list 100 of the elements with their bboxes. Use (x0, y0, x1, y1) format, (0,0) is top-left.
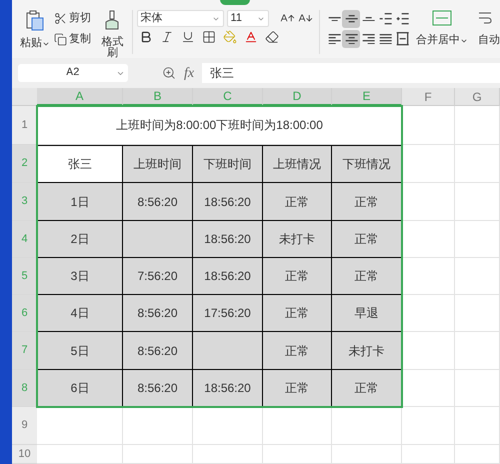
row-header[interactable]: 7 (12, 332, 37, 370)
empty-cell (332, 445, 402, 464)
empty-cell (263, 407, 332, 445)
align-button[interactable] (342, 10, 360, 28)
fill-color-icon[interactable] (222, 30, 237, 44)
empty-cell (455, 332, 500, 370)
table-cell: 正常 (332, 221, 402, 258)
table-cell: 上班情况 (263, 145, 332, 183)
table-cell: 正常 (263, 332, 332, 370)
row-header[interactable]: 8 (12, 370, 37, 407)
wrap-text-icon (478, 10, 492, 26)
table-cell: 上班时间 (123, 145, 193, 183)
name-box[interactable]: A2 (18, 64, 128, 82)
merge-center-button[interactable]: 合并居中 (416, 10, 468, 46)
empty-cell (455, 145, 500, 183)
table-cell: 早退 (332, 295, 402, 332)
cut-button[interactable]: 剪切 (54, 12, 91, 25)
empty-cell (402, 407, 455, 445)
table-cell: 1日 (37, 183, 123, 221)
table-cell: 正常 (263, 295, 332, 332)
table-cell: 正常 (332, 370, 402, 407)
align-icon (396, 13, 410, 25)
empty-cell (455, 295, 500, 332)
paste-button[interactable]: 粘贴 (20, 10, 50, 49)
empty-cell (402, 106, 455, 145)
empty-cell (455, 183, 500, 221)
empty-cell (455, 407, 500, 445)
empty-cell (123, 407, 193, 445)
align-icon (344, 34, 358, 44)
align-icon (328, 34, 342, 44)
table-cell: 4日 (37, 295, 123, 332)
table-cell: 2日 (37, 221, 123, 258)
borders-icon[interactable] (202, 30, 216, 44)
align-icon (362, 16, 376, 22)
brush-icon (104, 10, 120, 30)
empty-cell (332, 407, 402, 445)
table-cell: 6日 (37, 370, 123, 407)
row-header[interactable]: 5 (12, 258, 37, 295)
row-header[interactable]: 1 (12, 106, 37, 145)
align-icon (328, 16, 342, 22)
table-cell: 未打卡 (332, 332, 402, 370)
align-button[interactable] (342, 30, 360, 48)
underline-icon[interactable] (180, 30, 195, 44)
column-header[interactable]: B (123, 88, 193, 106)
table-cell: 18:56:20 (193, 183, 263, 221)
row-header[interactable]: 10 (12, 445, 37, 464)
empty-cell (402, 445, 455, 464)
eraser-icon[interactable] (264, 30, 279, 44)
table-cell: 7:56:20 (123, 258, 193, 295)
copy-icon (54, 33, 67, 46)
clipboard-icon (25, 10, 45, 32)
empty-cell (455, 445, 500, 464)
table-cell: 正常 (263, 183, 332, 221)
empty-cell (455, 106, 500, 145)
row-header[interactable]: 4 (12, 221, 37, 258)
table-cell: 18:56:20 (193, 258, 263, 295)
row-header[interactable]: 3 (12, 183, 37, 221)
table-cell: 8:56:20 (123, 295, 193, 332)
table-cell: 正常 (263, 370, 332, 407)
formula-field[interactable]: 张三 (202, 63, 500, 83)
format-painter-button[interactable]: 格式刷 (99, 10, 126, 59)
wrap-text-button[interactable]: 自动 (478, 10, 500, 46)
copy-button[interactable]: 复制 (54, 33, 91, 46)
empty-cell (455, 370, 500, 407)
row-header[interactable]: 6 (12, 295, 37, 332)
font-size-field[interactable]: 11 (226, 10, 269, 27)
empty-cell (193, 407, 263, 445)
merge-cells-icon (432, 10, 452, 26)
table-cell: 18:56:20 (193, 370, 263, 407)
font-color-icon[interactable] (244, 30, 258, 44)
table-cell: 5日 (37, 332, 123, 370)
column-header[interactable]: D (263, 88, 332, 106)
empty-cell (263, 445, 332, 464)
table-cell: 下班情况 (332, 145, 402, 183)
column-header[interactable]: G (455, 88, 500, 106)
align-icon (396, 32, 410, 46)
column-header[interactable]: F (402, 88, 455, 106)
table-cell: 正常 (332, 258, 402, 295)
column-header[interactable]: A (37, 88, 123, 106)
font-name-field[interactable]: 宋体 (136, 10, 224, 27)
table-cell: 正常 (332, 183, 402, 221)
table-cell: 18:56:20 (193, 221, 263, 258)
empty-cell (123, 445, 193, 464)
column-header[interactable]: E (332, 88, 402, 106)
empty-cell (455, 258, 500, 295)
table-cell: 17:56:20 (193, 295, 263, 332)
zoom-icon[interactable] (162, 66, 176, 80)
italic-icon[interactable] (160, 30, 174, 44)
table-cell: 下班时间 (193, 145, 263, 183)
row-header[interactable]: 9 (12, 407, 37, 445)
table-cell: 8:56:20 (123, 332, 193, 370)
align-icon (344, 15, 358, 23)
scissors-icon (54, 12, 67, 25)
align-icon (379, 13, 392, 25)
table-cell: 张三 (37, 145, 123, 183)
table-cell: 8:56:20 (123, 183, 193, 221)
row-header[interactable]: 2 (12, 145, 37, 183)
table-cell: 正常 (263, 258, 332, 295)
column-header[interactable]: C (193, 88, 263, 106)
align-icon (362, 34, 376, 44)
